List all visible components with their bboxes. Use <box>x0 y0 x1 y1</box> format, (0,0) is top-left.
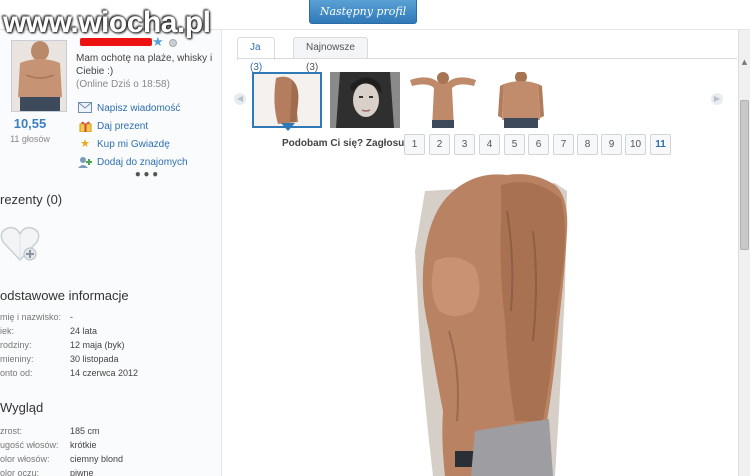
photo-thumbnail[interactable] <box>486 72 556 128</box>
info-key: olor włosów: <box>0 454 50 464</box>
info-value: 14 czerwca 2012 <box>70 368 139 378</box>
info-key: rodziny: <box>0 340 32 350</box>
next-arrow-icon[interactable]: ▶ <box>711 93 723 105</box>
info-value: 30 listopada <box>70 354 119 364</box>
vote-button-2[interactable]: 2 <box>429 134 450 155</box>
selected-indicator <box>281 123 295 131</box>
profile-sidebar: 10,55 11 głosów ★ Mam ochotę na plaże, w… <box>0 30 222 476</box>
info-value: ciemny blond <box>70 454 124 464</box>
vote-prompt: Podobam Ci się? Zagłosuj: <box>282 138 411 149</box>
info-row: iek: 24 lata <box>0 326 222 339</box>
info-value: 12 maja (byk) <box>70 340 125 350</box>
photo-thumbnail[interactable] <box>330 72 400 128</box>
envelope-icon <box>78 102 92 114</box>
vote-button-4[interactable]: 4 <box>479 134 500 155</box>
basic-info-title: odstawowe informacje <box>0 288 129 303</box>
profile-score: 10,55 <box>13 116 47 131</box>
add-friend-link[interactable]: Dodaj do znajomych <box>78 153 188 171</box>
tab-my-photos[interactable]: Ja (3) <box>237 37 276 73</box>
vote-button-9[interactable]: 9 <box>601 134 622 155</box>
info-row: ugość włosów: krótkie <box>0 440 222 453</box>
vote-button-7[interactable]: 7 <box>553 134 574 155</box>
photo-panel: Ja (3) Najnowsze (3) ◀ ▶ Podobam Ci się?… <box>222 30 738 476</box>
empty-gift-icon[interactable] <box>0 220 40 264</box>
buy-star-link[interactable]: ★ Kup mi Gwiazdę <box>78 135 188 153</box>
vote-button-1[interactable]: 1 <box>404 134 425 155</box>
watermark-logo: www.wiocha.pl <box>3 6 211 39</box>
info-key: iek: <box>0 326 15 336</box>
more-actions-button[interactable]: ••• <box>134 168 160 182</box>
photo-thumbnail[interactable] <box>408 72 478 128</box>
next-profile-button[interactable]: Następny profil <box>309 0 417 24</box>
vote-button-8[interactable]: 8 <box>577 134 598 155</box>
add-friend-label: Dodaj do znajomych <box>97 156 188 168</box>
info-row: rodziny: 12 maja (byk) <box>0 340 222 353</box>
info-value: 24 lata <box>70 326 98 336</box>
info-row: olor włosów: ciemny blond <box>0 454 222 467</box>
info-value: 185 cm <box>70 426 100 436</box>
vote-button-11[interactable]: 11 <box>650 134 671 155</box>
info-value: piwne <box>70 468 94 476</box>
send-message-link[interactable]: Napisz wiadomość <box>78 99 188 117</box>
info-key: ugość włosów: <box>0 440 59 450</box>
info-row: olor oczu: piwne <box>0 468 222 476</box>
send-message-label: Napisz wiadomość <box>97 102 181 114</box>
gifts-title: rezenty (0) <box>0 192 63 207</box>
vote-button-5[interactable]: 5 <box>504 134 525 155</box>
info-value: krótkie <box>70 440 97 450</box>
vote-button-6[interactable]: 6 <box>528 134 549 155</box>
vote-button-10[interactable]: 10 <box>625 134 646 155</box>
info-key: olor oczu: <box>0 468 40 476</box>
add-friend-icon <box>78 156 92 168</box>
online-time: (Online Dziś o 18:58) <box>76 79 170 90</box>
give-gift-link[interactable]: Daj prezent <box>78 117 188 135</box>
avatar[interactable] <box>11 40 67 112</box>
scroll-up-icon[interactable]: ▲ <box>740 57 749 67</box>
info-key: mię i nazwisko: <box>0 312 62 322</box>
photo-thumbnail[interactable] <box>252 72 322 128</box>
info-row: mię i nazwisko: - <box>0 312 222 325</box>
online-status-icon <box>169 39 177 47</box>
gift-icon <box>78 120 92 133</box>
buy-star-label: Kup mi Gwiazdę <box>97 138 170 150</box>
status-message: Mam ochotę na plaże, whisky i Ciebie :) <box>76 53 213 77</box>
scroll-thumb[interactable] <box>740 100 749 250</box>
tab-newest[interactable]: Najnowsze (3) <box>293 37 368 73</box>
info-key: onto od: <box>0 368 33 378</box>
give-gift-label: Daj prezent <box>97 120 149 132</box>
info-row: zrost: 185 cm <box>0 426 222 439</box>
vote-button-3[interactable]: 3 <box>454 134 475 155</box>
profile-actions: Napisz wiadomość Daj prezent ★ Kup mi Gw… <box>78 99 188 171</box>
info-key: zrost: <box>0 426 23 436</box>
info-row: mieniny: 30 listopada <box>0 354 222 367</box>
info-key: mieniny: <box>0 354 34 364</box>
tab-divider <box>237 58 737 59</box>
star-icon: ★ <box>80 138 90 150</box>
appearance-title: Wygląd <box>0 400 44 415</box>
main-photo[interactable] <box>415 171 577 476</box>
page-scrollbar[interactable]: ▲ <box>738 30 750 476</box>
info-row: onto od: 14 czerwca 2012 <box>0 368 222 381</box>
prev-arrow-icon[interactable]: ◀ <box>234 93 246 105</box>
info-value: - <box>70 312 73 322</box>
votes-count: 11 głosów <box>10 134 50 144</box>
